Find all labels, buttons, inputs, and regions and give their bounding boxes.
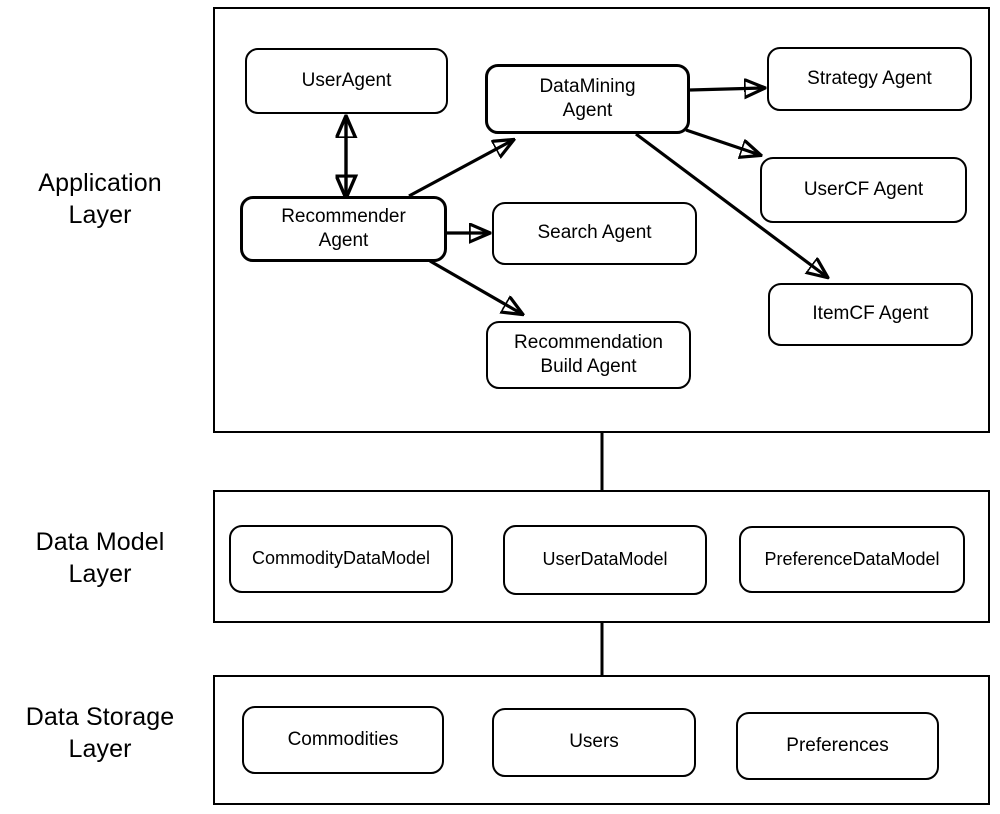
node-commodity-data-model[interactable]: CommodityDataModel	[229, 525, 453, 593]
layer-label-data-storage: Data Storage Layer	[25, 703, 175, 763]
node-commodities[interactable]: Commodities	[242, 706, 444, 774]
node-usercf-agent[interactable]: UserCF Agent	[760, 157, 967, 223]
node-preference-data-model[interactable]: PreferenceDataModel	[739, 526, 965, 593]
node-recommendation-build-agent[interactable]: Recommendation Build Agent	[486, 321, 691, 389]
layer-label-data-model: Data Model Layer	[35, 528, 165, 588]
layer-label-application: Application Layer	[38, 169, 162, 229]
node-user-data-model[interactable]: UserDataModel	[503, 525, 707, 595]
node-users[interactable]: Users	[492, 708, 696, 777]
architecture-diagram: Application Layer Data Model Layer Data …	[0, 0, 1000, 814]
node-user-agent[interactable]: UserAgent	[245, 48, 448, 114]
node-search-agent[interactable]: Search Agent	[492, 202, 697, 265]
node-itemcf-agent[interactable]: ItemCF Agent	[768, 283, 973, 346]
node-datamining-agent[interactable]: DataMining Agent	[485, 64, 690, 134]
node-preferences[interactable]: Preferences	[736, 712, 939, 780]
node-recommender-agent[interactable]: Recommender Agent	[240, 196, 447, 262]
node-strategy-agent[interactable]: Strategy Agent	[767, 47, 972, 111]
